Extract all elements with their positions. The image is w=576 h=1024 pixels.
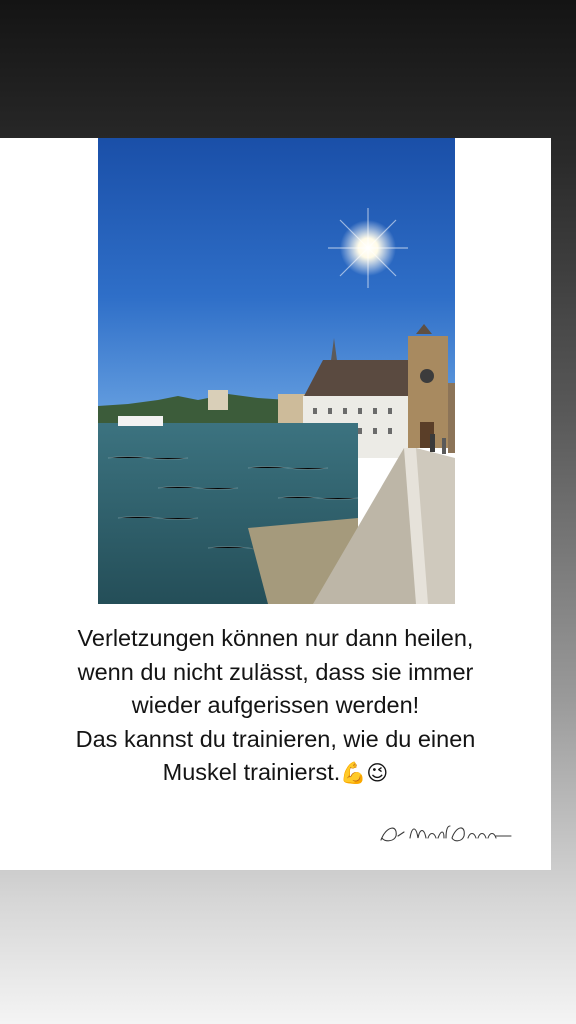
- bridge-photo: [98, 138, 455, 604]
- caption-line: wenn du nicht zulässt, dass sie immer: [77, 658, 474, 685]
- caption-line: Verletzungen können nur dann heilen,: [77, 625, 474, 651]
- caption-line: Das kannst du trainieren, wie du einen: [75, 725, 476, 752]
- caption-line: wieder aufgerissen werden!: [131, 692, 420, 718]
- handwritten-signature: [380, 825, 512, 842]
- caption-line-last: Muskel trainierst.💪😉: [0, 756, 551, 791]
- flexed-biceps-icon: 💪: [340, 761, 367, 785]
- post-card: Verletzungen können nur dann heilen, wen…: [0, 138, 551, 870]
- caption-text: Verletzungen können nur dann heilen, wen…: [0, 622, 551, 791]
- winking-face-icon: 😉: [366, 761, 389, 785]
- caption-line: Muskel trainierst.: [162, 759, 341, 785]
